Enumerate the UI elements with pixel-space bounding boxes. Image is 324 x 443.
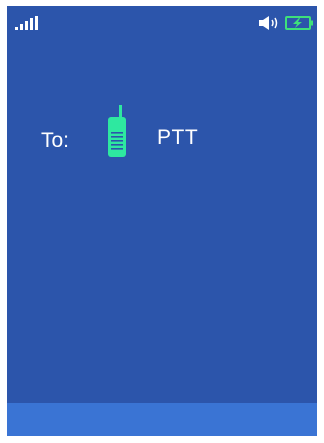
softkey-bar[interactable] [7,403,317,436]
signal-strength-icon [15,16,38,30]
walkie-talkie-icon [108,105,126,157]
to-label: To: [41,129,70,152]
battery-charging-icon [285,16,313,30]
speaker-volume-icon [259,16,278,30]
phone-screen: To: PTT [7,6,317,436]
call-target-row: To: PTT [41,102,301,162]
ptt-target-label: PTT [157,126,199,149]
status-bar [7,6,317,40]
